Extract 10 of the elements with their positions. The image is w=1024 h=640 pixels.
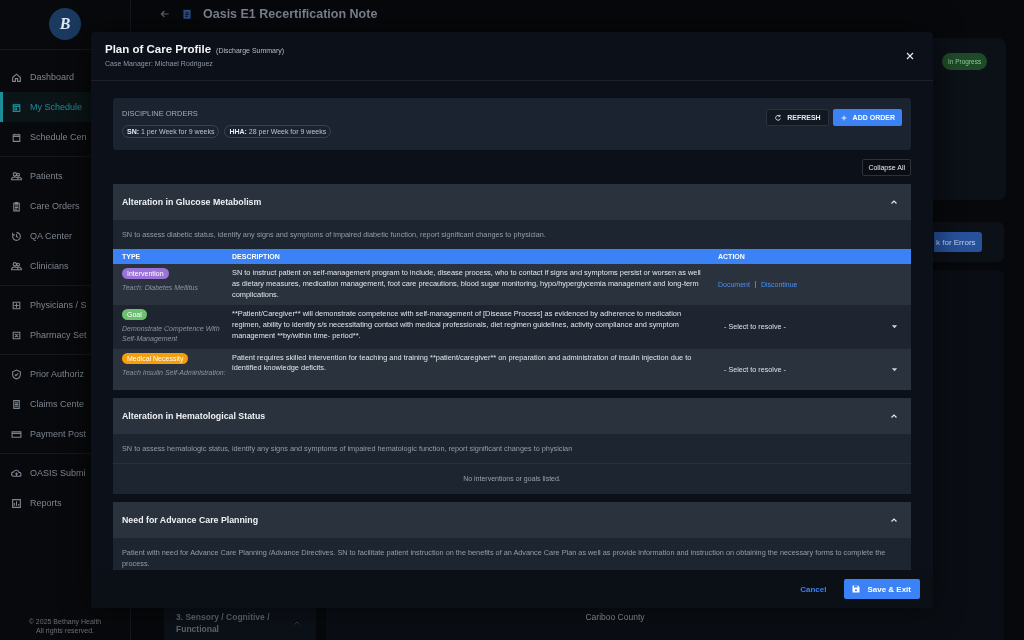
save-exit-button[interactable]: Save & Exit [844, 579, 920, 599]
check-errors-button[interactable]: k for Errors [934, 232, 982, 252]
section-header[interactable]: Alteration in Hematological Status [113, 397, 911, 434]
cancel-button[interactable]: Cancel [794, 583, 833, 595]
logo-icon: B [49, 8, 81, 40]
page-title: Oasis E1 Recertification Note [203, 7, 378, 21]
section-header[interactable]: Need for Advance Care Planning [113, 501, 911, 538]
modal-title: Plan of Care Profile [105, 43, 212, 55]
county-text: Cariboo County [585, 612, 645, 622]
section-header[interactable]: Alteration in Glucose Metabolism [113, 184, 911, 220]
